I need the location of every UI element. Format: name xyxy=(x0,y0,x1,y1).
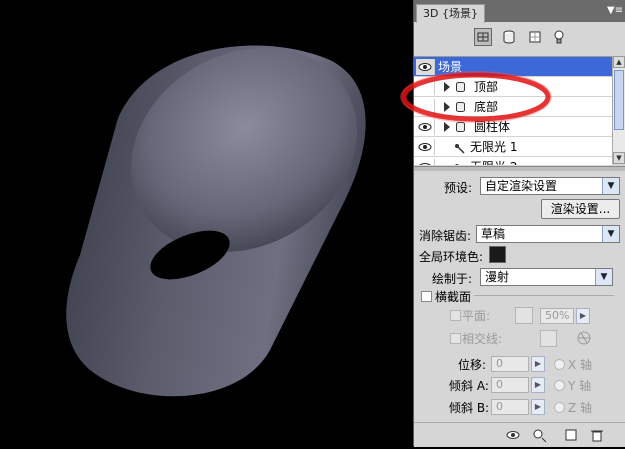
cylinder-render xyxy=(66,45,366,397)
paint-on-select[interactable]: 漫射 ▼ xyxy=(480,268,613,286)
panel-titlebar: 3D {场景} ▼≡ xyxy=(414,0,625,23)
panel-tab-label: 3D {场景} xyxy=(423,7,478,20)
layer-scrollbar[interactable]: ▲ ▼ xyxy=(612,56,625,164)
toggle-lights-icon[interactable] xyxy=(506,428,520,442)
section-rule xyxy=(474,295,614,296)
layer-label: 无限光 1 xyxy=(470,140,518,154)
scroll-down-icon[interactable]: ▼ xyxy=(613,152,625,164)
visibility-eye-icon[interactable] xyxy=(416,139,435,155)
chevron-down-icon: ▼ xyxy=(602,226,619,242)
plane-color-swatch[interactable] xyxy=(515,307,533,324)
light-filter-icon[interactable] xyxy=(550,28,568,46)
material-filter-icon[interactable] xyxy=(526,28,544,46)
tilt-a-field[interactable]: 0 xyxy=(491,377,529,393)
intersection-checkbox[interactable] xyxy=(450,333,461,344)
antialias-label: 消除锯齿: xyxy=(419,229,472,243)
z-axis-label: Z 轴 xyxy=(568,401,593,415)
tilt-a-arrow-icon[interactable]: ▶ xyxy=(531,377,545,393)
tilt-b-arrow-icon[interactable]: ▶ xyxy=(531,399,545,415)
chevron-down-icon: ▼ xyxy=(595,269,612,285)
3d-panel: 3D {场景} ▼≡ 场景 顶部 底部 圆柱体 无限光 1 ▲ ▼ 预设: 自定… xyxy=(413,0,625,447)
3d-canvas[interactable] xyxy=(0,0,413,446)
panel-menu-icon[interactable]: ▼≡ xyxy=(607,3,623,19)
layer-label: 无限光 2 xyxy=(470,157,517,165)
scene-filter-icon[interactable] xyxy=(474,28,492,46)
preset-label: 预设: xyxy=(444,181,473,195)
plane-opacity-field[interactable]: 50% xyxy=(540,308,574,324)
antialias-select[interactable]: 草稿 ▼ xyxy=(476,225,620,243)
cross-section-label: 横截面 xyxy=(435,290,472,304)
intersection-label: 相交线: xyxy=(462,332,503,346)
offset-label: 位移: xyxy=(458,358,487,372)
flip-cross-section-icon[interactable] xyxy=(576,330,592,346)
panel-divider[interactable] xyxy=(414,166,625,171)
visibility-eye-icon[interactable] xyxy=(416,159,435,165)
preset-value: 自定渲染设置 xyxy=(485,179,558,193)
paint-on-value: 漫射 xyxy=(485,270,510,284)
panel-bottom-toolbar xyxy=(414,422,625,447)
chevron-down-icon: ▼ xyxy=(602,178,619,194)
x-axis-label: X 轴 xyxy=(568,358,593,372)
y-axis-radio[interactable] xyxy=(554,380,565,391)
tilt-b-label: 倾斜 B: xyxy=(449,401,490,415)
layer-row-light-2[interactable]: 无限光 2 xyxy=(414,157,612,165)
cross-section-checkbox[interactable] xyxy=(421,291,432,302)
x-axis-radio[interactable] xyxy=(554,359,565,370)
red-annotation-ring xyxy=(400,71,552,123)
scroll-thumb[interactable] xyxy=(614,70,624,130)
offset-field[interactable]: 0 xyxy=(491,356,529,372)
new-layer-icon[interactable] xyxy=(564,428,578,442)
render-settings-button[interactable]: 渲染设置... xyxy=(541,199,620,219)
panel-tab[interactable]: 3D {场景} xyxy=(416,4,485,23)
ambient-color-label: 全局环境色: xyxy=(419,250,484,264)
ambient-color-swatch[interactable] xyxy=(489,246,506,263)
plane-checkbox[interactable] xyxy=(450,310,461,321)
intersection-color-swatch[interactable] xyxy=(540,330,557,347)
paint-on-label: 绘制于: xyxy=(432,272,473,286)
tilt-a-label: 倾斜 A: xyxy=(449,379,489,393)
panel-toolbar xyxy=(414,22,625,54)
y-axis-label: Y 轴 xyxy=(568,379,592,393)
z-axis-radio[interactable] xyxy=(554,402,565,413)
layer-row-light-1[interactable]: 无限光 1 xyxy=(414,137,612,157)
preset-select[interactable]: 自定渲染设置 ▼ xyxy=(480,177,620,195)
new-light-icon[interactable] xyxy=(532,428,547,443)
infinite-light-icon xyxy=(454,161,466,165)
trash-icon[interactable] xyxy=(590,428,604,442)
plane-label: 平面: xyxy=(462,309,491,323)
antialias-value: 草稿 xyxy=(481,227,506,241)
mesh-filter-icon[interactable] xyxy=(500,28,518,46)
offset-arrow-icon[interactable]: ▶ xyxy=(531,356,545,372)
plane-opacity-arrow-icon[interactable]: ▶ xyxy=(576,308,590,324)
tilt-b-field[interactable]: 0 xyxy=(491,399,529,415)
scroll-up-icon[interactable]: ▲ xyxy=(613,56,625,68)
